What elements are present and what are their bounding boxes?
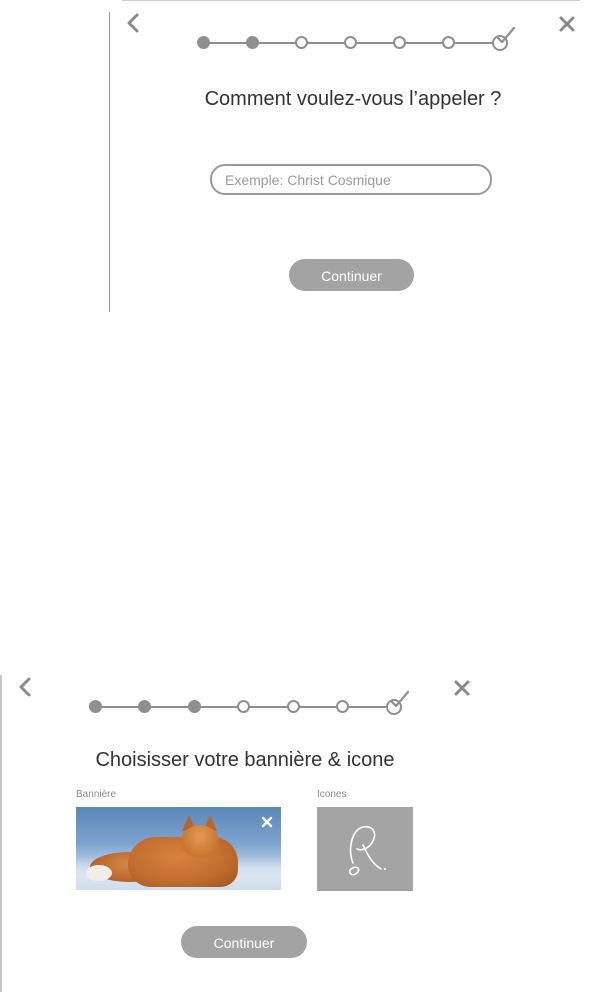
page-title: Choisisser votre bannière & icone <box>95 749 395 771</box>
step-dot <box>344 36 357 49</box>
name-step-panel: Comment voulez-vous l’appeler ? Continue… <box>0 0 590 320</box>
icons-label: Icones <box>317 789 347 800</box>
close-icon[interactable] <box>453 676 471 700</box>
step-dot <box>138 700 151 713</box>
banner-label: Bannière <box>76 789 117 800</box>
step-dot <box>188 700 201 713</box>
fox-head <box>181 825 219 857</box>
step-dot <box>393 36 406 49</box>
close-icon[interactable] <box>558 12 576 36</box>
back-chevron-icon[interactable] <box>126 12 140 39</box>
step-dot <box>287 700 300 713</box>
fox-tail-tip <box>86 865 112 881</box>
back-chevron-icon[interactable] <box>18 676 32 703</box>
step-dot <box>246 36 259 49</box>
progress-stepper <box>88 690 410 717</box>
name-input[interactable] <box>210 164 492 195</box>
check-icon <box>495 26 516 44</box>
step-dot <box>336 700 349 713</box>
continue-button[interactable]: Continuer <box>289 259 414 291</box>
banner-remove-close-icon[interactable] <box>261 813 273 831</box>
page-title: Comment voulez-vous l’appeler ? <box>204 88 502 110</box>
step-dot <box>197 36 210 49</box>
left-divider <box>0 675 2 992</box>
banner-icon-step-panel: Choisisser votre bannière & icone Banniè… <box>0 660 590 992</box>
continue-button[interactable]: Continuer <box>181 926 307 958</box>
left-divider <box>109 12 110 312</box>
step-dot <box>442 36 455 49</box>
step-dot <box>237 700 250 713</box>
step-dot <box>295 36 308 49</box>
progress-stepper <box>196 26 516 53</box>
step-dot <box>89 700 102 713</box>
signature-logo-icon <box>348 825 386 876</box>
check-icon <box>389 690 410 708</box>
icon-picker[interactable] <box>317 807 413 891</box>
banner-image[interactable] <box>76 807 281 890</box>
top-divider <box>122 0 580 1</box>
